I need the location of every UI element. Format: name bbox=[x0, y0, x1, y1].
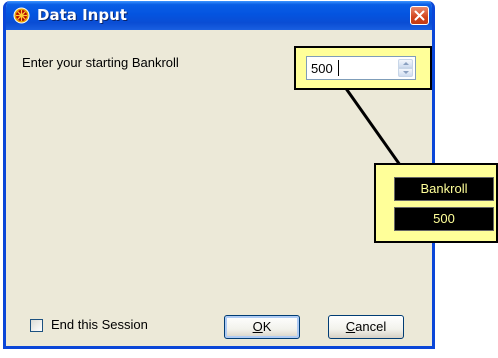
close-icon bbox=[414, 10, 425, 21]
callout-value: 500 bbox=[394, 207, 494, 231]
close-button[interactable] bbox=[410, 6, 429, 25]
window-title: Data Input bbox=[37, 6, 127, 24]
end-session-label[interactable]: End this Session bbox=[51, 317, 148, 332]
spin-up-button[interactable] bbox=[398, 59, 413, 68]
bankroll-callout: Bankroll 500 bbox=[374, 163, 498, 243]
ok-button[interactable]: OK bbox=[224, 315, 300, 339]
roulette-wheel-icon bbox=[13, 7, 30, 24]
end-session-checkbox[interactable] bbox=[30, 319, 43, 332]
bankroll-spin-input[interactable]: 500 bbox=[306, 56, 416, 80]
ok-label-rest: K bbox=[262, 319, 272, 334]
ok-mnemonic: O bbox=[252, 319, 263, 334]
callout-header: Bankroll bbox=[394, 177, 494, 201]
bankroll-input-value: 500 bbox=[311, 61, 333, 76]
text-caret bbox=[338, 60, 339, 76]
bankroll-highlight: 500 bbox=[294, 46, 432, 90]
cancel-label-rest: ancel bbox=[355, 319, 387, 334]
page: Data Input Enter your starting Bankroll … bbox=[0, 0, 498, 358]
spin-buttons bbox=[398, 59, 413, 77]
cancel-button[interactable]: Cancel bbox=[328, 315, 404, 339]
bankroll-prompt-label: Enter your starting Bankroll bbox=[22, 55, 179, 70]
cancel-mnemonic: C bbox=[345, 319, 356, 334]
title-bar[interactable]: Data Input bbox=[6, 1, 432, 30]
spin-down-button[interactable] bbox=[398, 68, 413, 77]
